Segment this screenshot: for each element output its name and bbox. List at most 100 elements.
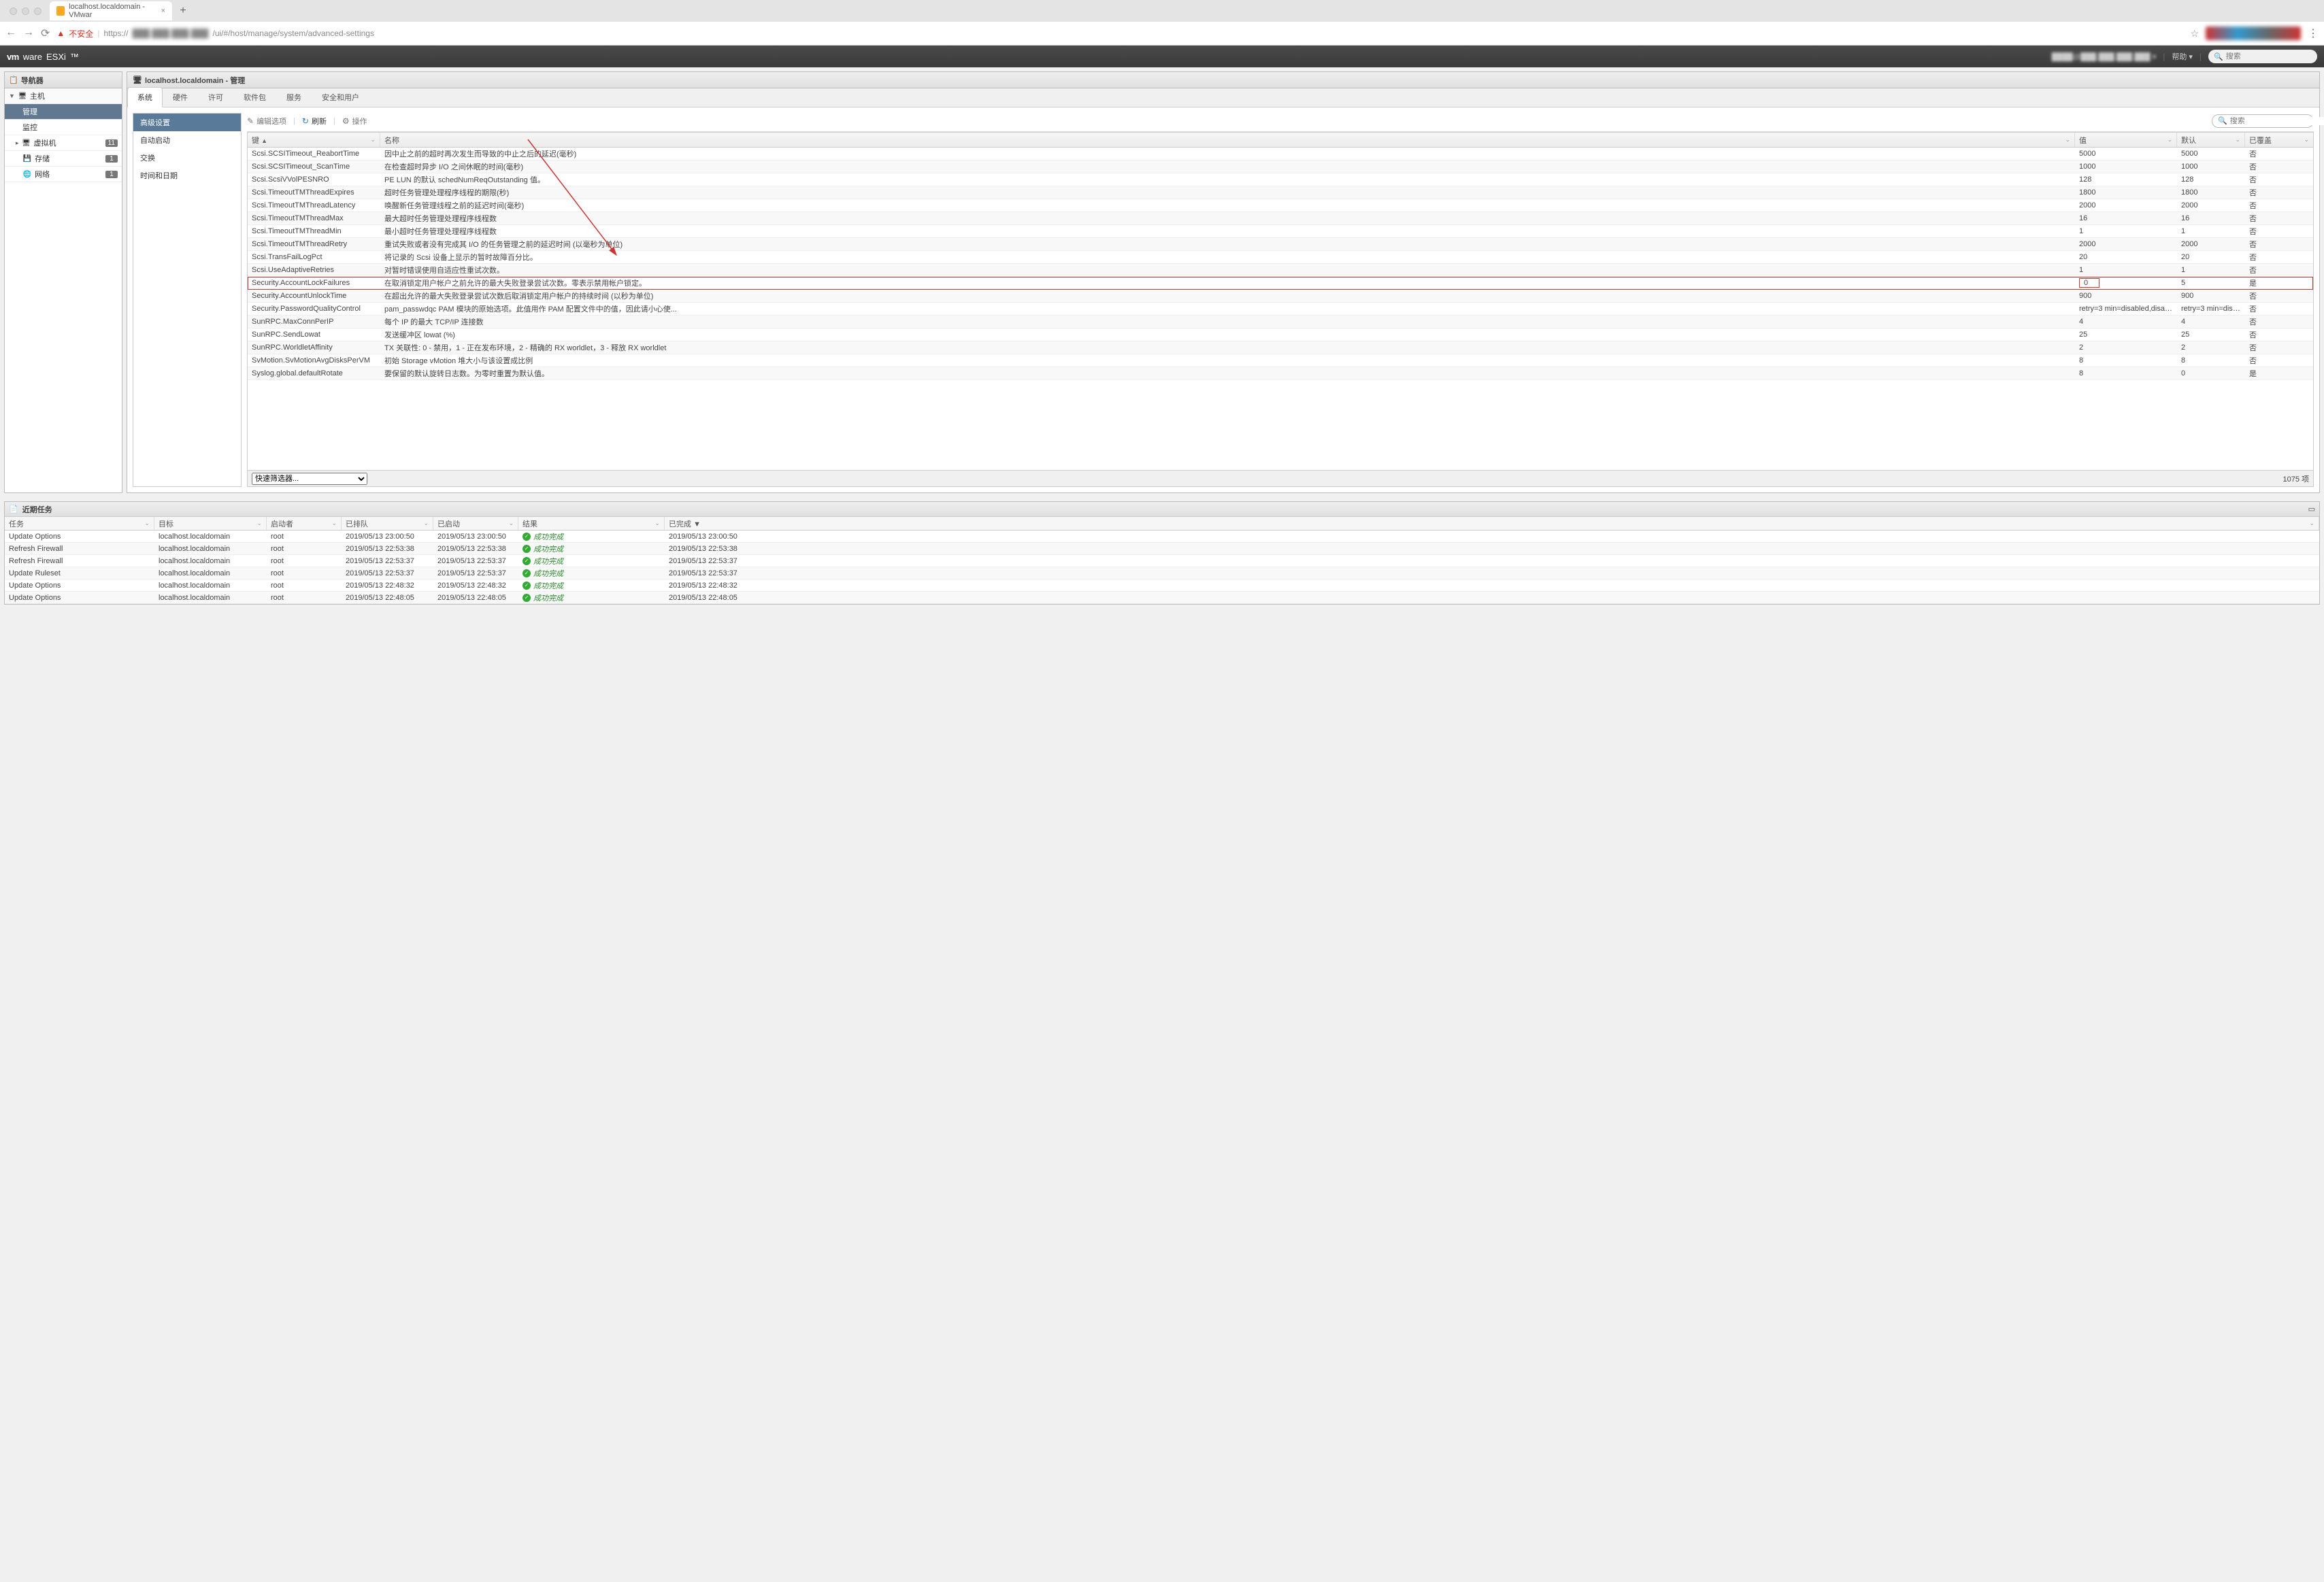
table-row[interactable]: Scsi.TimeoutTMThreadMax最大超时任务管理处理程序线程数16… [248,212,2313,225]
chevron-down-icon[interactable]: ⌄ [370,136,376,144]
actions-button[interactable]: ⚙操作 [342,116,367,127]
table-row[interactable]: Syslog.global.defaultRotate要保留的默认旋转日志数。为… [248,367,2313,380]
expand-icon[interactable]: ▸ [16,139,19,147]
task-col-completed[interactable]: 已完成 ▼⌄ [665,517,2319,530]
task-row[interactable]: Update Optionslocalhost.localdomainroot2… [5,592,2319,604]
col-key[interactable]: 键 ▲⌄ [248,133,380,147]
panel-maximize-icon[interactable]: ▭ [2308,505,2315,514]
window-controls[interactable] [4,7,47,15]
tab-title: localhost.localdomain - VMwar [69,3,156,19]
table-row[interactable]: Scsi.SCSITimeout_ReabortTime因中止之前的超时再次发生… [248,148,2313,161]
table-row[interactable]: Security.AccountLockFailures在取消锁定用户帐户之前允… [248,277,2313,290]
product-logo: vmware ESXi™ [7,52,79,62]
chevron-down-icon[interactable]: ⌄ [2235,136,2240,144]
table-row[interactable]: Security.PasswordQualityControlpam_passw… [248,303,2313,316]
task-row[interactable]: Update Rulesetlocalhost.localdomainroot2… [5,567,2319,579]
browser-extensions[interactable] [2206,27,2301,40]
nav-host[interactable]: ▼ 🖥 主机 [5,88,122,104]
tab-license[interactable]: 许可 [198,87,233,107]
grid-item-count: 1075 项 [2282,473,2309,484]
reload-button[interactable]: ⟳ [41,27,50,40]
nav-manage[interactable]: 管理 [5,104,122,120]
task-col-task[interactable]: 任务⌄ [5,517,154,530]
task-col-started[interactable]: 已启动⌄ [433,517,518,530]
browser-tab-active[interactable]: localhost.localdomain - VMwar × [50,1,172,20]
chevron-down-icon[interactable]: ⌄ [2304,136,2309,144]
chevron-down-icon[interactable]: ⌄ [2065,136,2070,144]
task-row[interactable]: Refresh Firewalllocalhost.localdomainroo… [5,543,2319,555]
subnav-advanced-settings[interactable]: 高级设置 [133,114,241,131]
help-menu[interactable]: 帮助 ▾ [2172,51,2193,62]
grid-toolbar: ✎编辑选项 | ↻刷新 | ⚙操作 🔍 [247,113,2314,132]
grid-body[interactable]: Scsi.SCSITimeout_ReabortTime因中止之前的超时再次发生… [248,148,2313,470]
sort-asc-icon: ▲ [261,137,267,144]
table-row[interactable]: Scsi.TimeoutTMThreadRetry重试失败或者没有完成其 I/O… [248,238,2313,251]
maximize-window-icon[interactable] [34,7,42,15]
col-default[interactable]: 默认⌄ [2177,133,2245,147]
collapse-icon[interactable]: ▼ [9,92,15,99]
subnav-swap[interactable]: 交换 [133,149,241,167]
address-bar[interactable]: ▲ 不安全 | https:// ███.███.███.███ /ui/#/h… [56,28,2183,39]
close-window-icon[interactable] [10,7,17,15]
nav-vms[interactable]: ▸ 🖥 虚拟机 11 [5,135,122,151]
refresh-button[interactable]: ↻刷新 [302,116,327,127]
network-count-badge: 1 [105,171,118,178]
nav-storage[interactable]: 💾 存储 1 [5,151,122,167]
table-row[interactable]: Scsi.TimeoutTMThreadLatency唤醒新任务管理线程之前的延… [248,199,2313,212]
content-panel: 🖥 localhost.localdomain - 管理 系统 硬件 许可 软件… [127,71,2320,493]
chevron-down-icon[interactable]: ⌄ [2167,136,2172,144]
table-row[interactable]: Scsi.TimeoutTMThreadMin最小超时任务管理处理程序线程数11… [248,225,2313,238]
back-button[interactable]: ← [5,27,16,40]
chevron-down-icon: ▾ [2189,52,2193,61]
table-row[interactable]: Scsi.TransFailLogPct将记录的 Scsi 设备上显示的暂时故障… [248,251,2313,264]
nav-monitor[interactable]: 监控 [5,120,122,135]
user-menu[interactable]: ████@███.███.███.███ ▾ [2052,52,2157,61]
task-col-queued[interactable]: 已排队⌄ [342,517,433,530]
table-row[interactable]: SunRPC.MaxConnPerIP每个 IP 的最大 TCP/IP 连接数4… [248,316,2313,329]
global-search[interactable]: 🔍 [2208,50,2317,63]
tab-packages[interactable]: 软件包 [233,87,276,107]
nav-network[interactable]: 🌐 网络 1 [5,167,122,182]
table-row[interactable]: Scsi.UseAdaptiveRetries对暂时错误使用自适应性重试次数。1… [248,264,2313,277]
forward-button[interactable]: → [23,27,34,40]
subnav-autostart[interactable]: 自动启动 [133,131,241,149]
table-row[interactable]: Scsi.SCSITimeout_ScanTime在检查超时异步 I/O 之间休… [248,161,2313,173]
recent-tasks-panel: 📄近期任务 ▭ 任务⌄ 目标⌄ 启动者⌄ 已排队⌄ 已启动⌄ 结果⌄ 已完成 ▼… [4,501,2320,605]
col-override[interactable]: 已覆盖⌄ [2245,133,2313,147]
tab-system[interactable]: 系统 [127,87,163,107]
table-row[interactable]: SvMotion.SvMotionAvgDisksPerVM初始 Storage… [248,354,2313,367]
table-row[interactable]: SunRPC.SendLowat发送缓冲区 lowat (%)2525否 [248,329,2313,341]
gear-icon: ⚙ [342,116,350,126]
tab-hardware[interactable]: 硬件 [163,87,198,107]
grid-search-input[interactable] [2230,117,2324,125]
minimize-window-icon[interactable] [22,7,29,15]
global-search-input[interactable] [2226,52,2323,61]
task-col-target[interactable]: 目标⌄ [154,517,267,530]
edit-button[interactable]: ✎编辑选项 [247,116,286,127]
main-tabs: 系统 硬件 许可 软件包 服务 安全和用户 [127,88,2319,107]
browser-menu-icon[interactable]: ⋮ [2308,27,2319,40]
task-row[interactable]: Refresh Firewalllocalhost.localdomainroo… [5,555,2319,567]
tab-security[interactable]: 安全和用户 [312,87,369,107]
task-col-result[interactable]: 结果⌄ [518,517,665,530]
table-row[interactable]: Scsi.ScsiVVolPESNROPE LUN 的默认 schedNumRe… [248,173,2313,186]
quick-filter-select[interactable]: 快速筛选器... [252,473,367,485]
new-tab-button[interactable]: + [175,3,191,19]
task-row[interactable]: Update Optionslocalhost.localdomainroot2… [5,579,2319,592]
task-col-initiator[interactable]: 启动者⌄ [267,517,342,530]
table-row[interactable]: Security.AccountUnlockTime在超出允许的最大失败登录尝试… [248,290,2313,303]
grid-footer: 快速筛选器... 1075 项 [248,470,2313,486]
tab-services[interactable]: 服务 [276,87,312,107]
bookmark-icon[interactable]: ☆ [2190,28,2199,39]
insecure-label: 不安全 [69,28,93,39]
table-row[interactable]: Scsi.TimeoutTMThreadExpires超时任务管理处理程序线程的… [248,186,2313,199]
grid-search[interactable]: 🔍 [2212,114,2314,128]
subnav-time-date[interactable]: 时间和日期 [133,167,241,184]
task-row[interactable]: Update Optionslocalhost.localdomainroot2… [5,531,2319,543]
close-tab-icon[interactable]: × [161,7,165,15]
col-name[interactable]: 名称⌄ [380,133,2075,147]
page-title: 🖥 localhost.localdomain - 管理 [127,72,2319,88]
col-value[interactable]: 值⌄ [2075,133,2177,147]
navigator-title: 📋 导航器 [5,72,122,88]
table-row[interactable]: SunRPC.WorldletAffinityTX 关联性: 0 - 禁用，1 … [248,341,2313,354]
